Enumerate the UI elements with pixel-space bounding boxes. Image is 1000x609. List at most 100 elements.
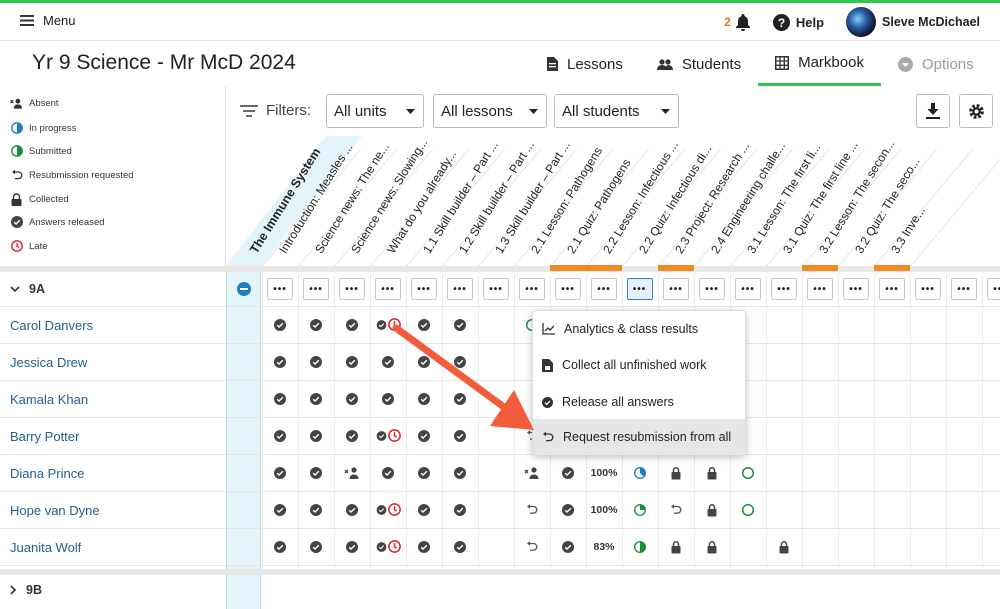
mark-cell[interactable] (766, 528, 802, 565)
student-name[interactable]: Barry Potter (10, 429, 79, 444)
tab-lessons[interactable]: Lessons (530, 42, 640, 86)
mark-cell[interactable] (406, 491, 442, 528)
help-button[interactable]: ? Help (772, 13, 824, 31)
mark-cell[interactable]: 100% (586, 454, 622, 491)
mark-cell[interactable] (334, 306, 370, 343)
mark-cell[interactable] (370, 454, 406, 491)
user-menu[interactable]: Sleve McDichael (846, 7, 980, 37)
mark-cell[interactable] (406, 528, 442, 565)
mark-cell[interactable] (694, 491, 730, 528)
lessons-select[interactable]: All lessons (433, 94, 547, 128)
column-actions-button[interactable]: ••• (591, 278, 617, 300)
mark-cell[interactable] (298, 491, 334, 528)
menu-item-analytics[interactable]: Analytics & class results (533, 311, 745, 347)
tab-options[interactable]: Options (881, 42, 991, 86)
mark-cell[interactable] (442, 491, 478, 528)
mark-cell[interactable] (730, 491, 766, 528)
column-actions-button[interactable]: ••• (483, 278, 509, 300)
student-name[interactable]: Carol Danvers (10, 318, 93, 333)
column-actions-button[interactable]: ••• (879, 278, 905, 300)
mark-cell[interactable] (622, 491, 658, 528)
mark-cell[interactable] (442, 528, 478, 565)
settings-button[interactable] (959, 94, 993, 128)
units-select[interactable]: All units (326, 94, 424, 128)
student-name[interactable]: Kamala Khan (10, 392, 88, 407)
collapse-unit-button[interactable] (237, 282, 251, 296)
column-actions-button[interactable]: ••• (411, 278, 437, 300)
mark-cell[interactable] (262, 306, 298, 343)
mark-cell[interactable] (694, 454, 730, 491)
column-actions-button[interactable]: ••• (447, 278, 473, 300)
mark-cell[interactable] (442, 454, 478, 491)
lesson-column-header[interactable]: 3.2 Quiz: The seco... (852, 155, 922, 256)
column-actions-button[interactable]: ••• (267, 278, 293, 300)
mark-cell[interactable] (262, 528, 298, 565)
column-actions-button[interactable]: ••• (735, 278, 761, 300)
download-button[interactable] (916, 94, 950, 128)
mark-cell[interactable] (514, 454, 550, 491)
mark-cell[interactable] (550, 491, 586, 528)
group-9b-header[interactable]: 9B (10, 583, 42, 597)
column-actions-button[interactable]: ••• (303, 278, 329, 300)
column-actions-button[interactable]: ••• (915, 278, 941, 300)
column-actions-button[interactable]: ••• (339, 278, 365, 300)
mark-cell[interactable] (658, 528, 694, 565)
group-9a-header[interactable]: 9A (10, 282, 45, 296)
mark-cell[interactable] (622, 528, 658, 565)
menu-button[interactable]: Menu (20, 13, 76, 28)
mark-cell[interactable] (406, 454, 442, 491)
student-name[interactable]: Juanita Wolf (10, 540, 81, 555)
column-actions-button[interactable]: ••• (555, 278, 581, 300)
mark-cell[interactable] (334, 491, 370, 528)
mark-cell[interactable] (262, 491, 298, 528)
students-select[interactable]: All students (554, 94, 679, 128)
mark-cell[interactable] (298, 306, 334, 343)
column-actions-button[interactable]: ••• (807, 278, 833, 300)
column-actions-button[interactable]: ••• (987, 278, 1000, 300)
student-name[interactable]: Jessica Drew (10, 355, 87, 370)
column-actions-button[interactable]: ••• (951, 278, 977, 300)
mark-cell[interactable] (298, 528, 334, 565)
lesson-column-header[interactable]: 3.3 Inve... (888, 204, 928, 256)
mark-cell[interactable] (334, 417, 370, 454)
mark-cell[interactable] (694, 528, 730, 565)
mark-cell[interactable] (298, 454, 334, 491)
student-name[interactable]: Hope van Dyne (10, 503, 100, 518)
column-actions-button[interactable]: ••• (771, 278, 797, 300)
mark-cell[interactable] (370, 491, 406, 528)
mark-cell[interactable] (262, 417, 298, 454)
mark-cell[interactable] (298, 380, 334, 417)
column-actions-button[interactable]: ••• (699, 278, 725, 300)
tab-students[interactable]: Students (640, 42, 758, 86)
mark-cell[interactable] (514, 528, 550, 565)
menu-item-collect[interactable]: Collect all unfinished work (533, 347, 745, 383)
mark-cell[interactable] (550, 454, 586, 491)
column-actions-button[interactable]: ••• (519, 278, 545, 300)
mark-cell[interactable] (298, 343, 334, 380)
mark-cell[interactable] (622, 454, 658, 491)
mark-cell[interactable] (262, 454, 298, 491)
column-actions-button[interactable]: ••• (375, 278, 401, 300)
menu-item-release[interactable]: Release all answers (533, 384, 745, 420)
menu-item-request-resubmission[interactable]: Request resubmission from all (533, 419, 745, 455)
column-actions-button[interactable]: ••• (627, 278, 653, 300)
mark-cell[interactable] (262, 343, 298, 380)
mark-cell[interactable] (658, 454, 694, 491)
notifications-button[interactable]: 2 (724, 13, 751, 31)
mark-cell[interactable]: 83% (586, 528, 622, 565)
mark-cell[interactable] (658, 491, 694, 528)
student-name[interactable]: Diana Prince (10, 466, 84, 481)
column-actions-button[interactable]: ••• (843, 278, 869, 300)
mark-cell[interactable] (334, 343, 370, 380)
mark-cell[interactable]: 100% (586, 491, 622, 528)
mark-cell[interactable] (730, 454, 766, 491)
mark-cell[interactable] (514, 491, 550, 528)
mark-cell[interactable] (334, 380, 370, 417)
column-actions-button[interactable]: ••• (663, 278, 689, 300)
lesson-column-header[interactable]: 2.1 Quiz: Pathogens (564, 156, 634, 256)
mark-cell[interactable] (334, 454, 370, 491)
mark-cell[interactable] (298, 417, 334, 454)
mark-cell[interactable] (262, 380, 298, 417)
mark-cell[interactable] (550, 528, 586, 565)
mark-cell[interactable] (334, 528, 370, 565)
